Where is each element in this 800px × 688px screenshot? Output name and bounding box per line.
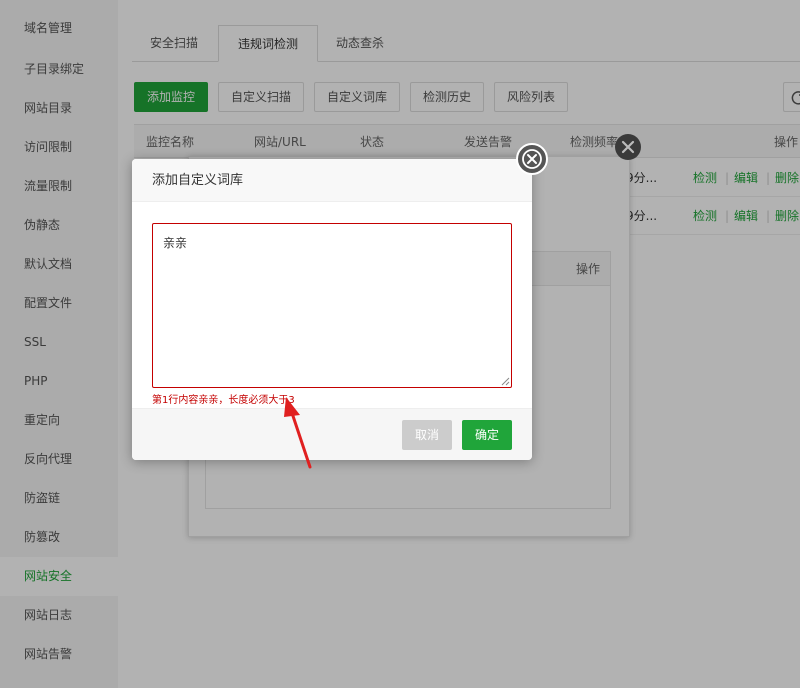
annotation-arrow-icon xyxy=(284,397,312,469)
dialog-header: 添加自定义词库 xyxy=(132,159,532,202)
dialog-close-button[interactable] xyxy=(516,143,548,175)
close-icon xyxy=(621,140,635,154)
close-icon xyxy=(522,149,542,169)
dialog-title: 添加自定义词库 xyxy=(152,173,244,188)
resize-grip-icon[interactable] xyxy=(500,376,510,386)
cancel-button[interactable]: 取消 xyxy=(402,420,452,450)
lexicon-textarea[interactable]: 亲亲 xyxy=(152,223,512,388)
panel-close-button[interactable] xyxy=(615,134,641,160)
dialog-footer: 取消 确定 xyxy=(132,408,532,460)
add-lexicon-dialog: 添加自定义词库 亲亲 第1行内容亲亲，长度必须大于3 取消 确定 xyxy=(132,159,532,460)
confirm-button[interactable]: 确定 xyxy=(462,420,512,450)
